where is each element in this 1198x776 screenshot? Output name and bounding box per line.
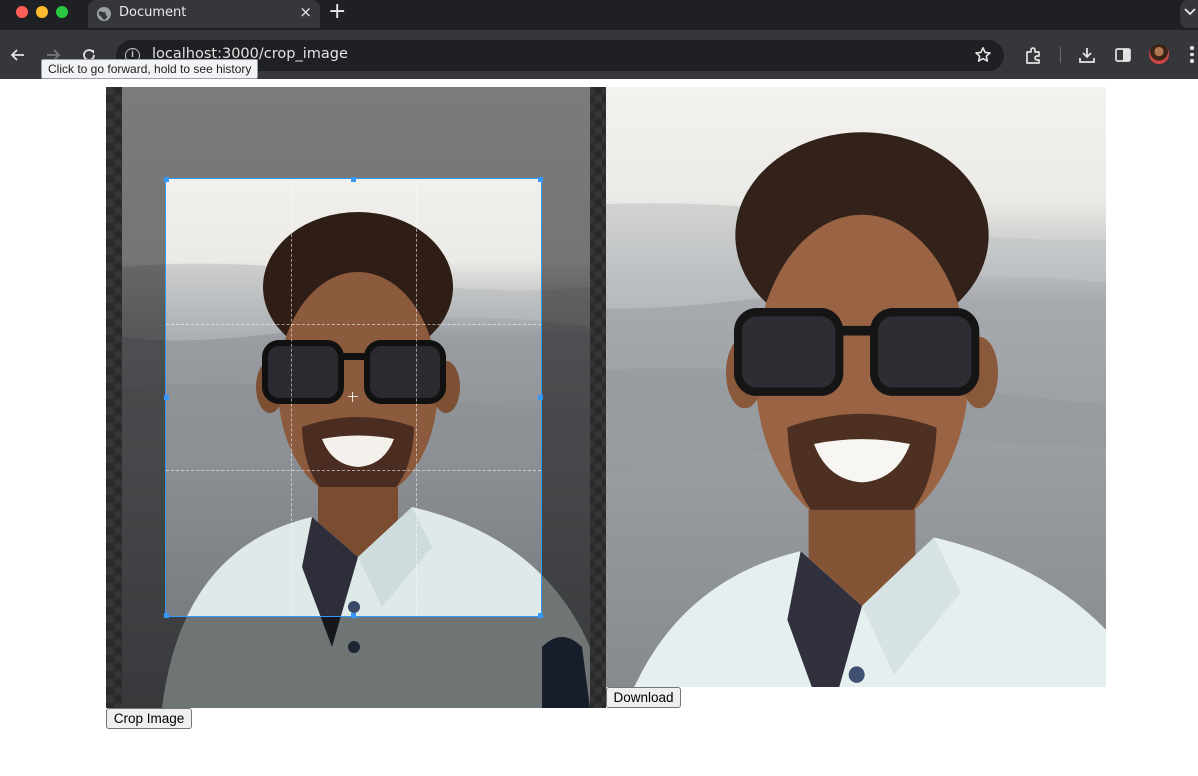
crop-handle-e[interactable] (538, 395, 543, 400)
cropped-result-image (606, 87, 1106, 687)
crop-center-mark (348, 392, 358, 402)
tab-search-button[interactable] (1180, 0, 1198, 28)
chevron-down-icon (1184, 8, 1196, 16)
forward-tooltip: Click to go forward, hold to see history (41, 59, 258, 79)
new-tab-button[interactable]: + (328, 1, 346, 23)
more-menu-icon[interactable] (1190, 46, 1194, 64)
image-cropper[interactable] (106, 87, 606, 708)
crop-handle-n[interactable] (351, 177, 356, 182)
crop-image-button[interactable]: Crop Image (106, 708, 192, 729)
crop-handle-s[interactable] (351, 613, 356, 618)
close-window-button[interactable] (16, 6, 28, 18)
downloads-icon[interactable] (1077, 45, 1097, 70)
close-tab-icon[interactable]: × (299, 3, 312, 21)
crop-guide-line (166, 324, 541, 325)
crop-handle-ne[interactable] (538, 177, 543, 182)
profile-avatar[interactable] (1149, 44, 1169, 64)
tab-title: Document (119, 5, 187, 20)
crop-guide-line (291, 179, 292, 616)
crop-handle-w[interactable] (164, 395, 169, 400)
crop-handle-se[interactable] (538, 613, 543, 618)
minimize-window-button[interactable] (36, 6, 48, 18)
crop-handle-nw[interactable] (164, 177, 169, 182)
bookmark-star-icon[interactable] (974, 46, 992, 69)
back-icon[interactable] (9, 46, 27, 64)
crop-guide-line (166, 470, 541, 471)
toolbar-divider (1060, 47, 1061, 63)
crop-handle-sw[interactable] (164, 613, 169, 618)
crop-selection-box[interactable] (165, 178, 542, 617)
zoom-window-button[interactable] (56, 6, 68, 18)
globe-icon (96, 6, 112, 22)
download-button[interactable]: Download (606, 687, 681, 708)
crop-guide-line (416, 179, 417, 616)
extensions-icon[interactable] (1024, 45, 1044, 70)
tab-document[interactable]: Document × (88, 0, 320, 28)
side-panel-icon[interactable] (1113, 45, 1133, 70)
